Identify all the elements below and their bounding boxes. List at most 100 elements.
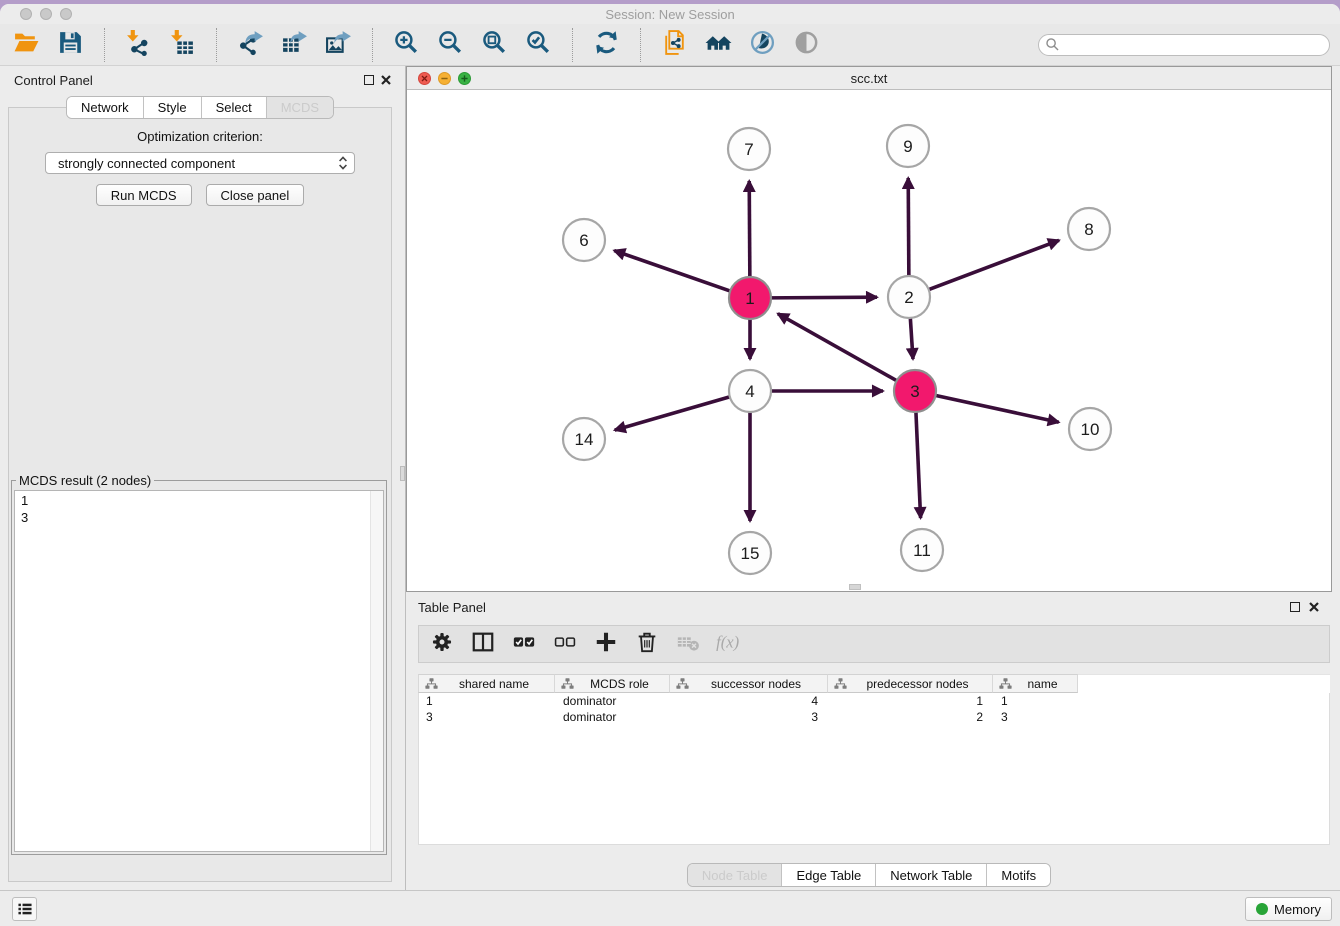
node-7[interactable]: 7 xyxy=(728,128,770,170)
edge-1-7[interactable] xyxy=(749,181,750,279)
tab-style[interactable]: Style xyxy=(144,97,202,118)
export-image-button[interactable] xyxy=(324,30,353,60)
delete-column-button[interactable] xyxy=(634,631,660,657)
cell-shared-name[interactable]: 3 xyxy=(419,709,556,725)
node-10[interactable]: 10 xyxy=(1069,408,1111,450)
edge-1-2[interactable] xyxy=(769,297,877,298)
node-label: 3 xyxy=(910,382,919,401)
float-table-panel-icon[interactable] xyxy=(1290,602,1300,612)
column-header-successor-nodes[interactable]: successor nodes xyxy=(670,674,828,693)
stepper-icon xyxy=(338,155,348,171)
edge-2-9[interactable] xyxy=(908,178,909,278)
node-label: 9 xyxy=(903,137,912,156)
trash-icon xyxy=(635,630,659,659)
run-mcds-button[interactable]: Run MCDS xyxy=(96,184,192,206)
new-network-from-selection-button[interactable] xyxy=(660,30,689,60)
cell-predecessor-nodes[interactable]: 1 xyxy=(829,693,994,709)
export-network-button[interactable] xyxy=(236,30,265,60)
first-neighbors-button[interactable] xyxy=(704,30,733,60)
import-network-button[interactable] xyxy=(124,30,153,60)
splitter-grip[interactable] xyxy=(400,466,405,481)
edge-2-3[interactable] xyxy=(910,316,913,359)
node-11[interactable]: 11 xyxy=(901,529,943,571)
toolbar-separator xyxy=(104,28,105,62)
cell-shared-name[interactable]: 1 xyxy=(419,693,556,709)
cell-MCDS-role[interactable]: dominator xyxy=(556,709,671,725)
node-2[interactable]: 2 xyxy=(888,276,930,318)
zoom-selected-button[interactable] xyxy=(524,30,553,60)
node-14[interactable]: 14 xyxy=(563,418,605,460)
table-settings-button[interactable] xyxy=(429,631,455,657)
tab-mcds[interactable]: MCDS xyxy=(267,97,333,118)
node-1[interactable]: 1 xyxy=(729,277,771,319)
tab-select[interactable]: Select xyxy=(202,97,267,118)
result-scrollbar[interactable] xyxy=(370,491,383,851)
search-box[interactable] xyxy=(1038,34,1330,56)
cell-MCDS-role[interactable]: dominator xyxy=(556,693,671,709)
save-session-button[interactable] xyxy=(56,30,85,60)
table-tab-edge-table[interactable]: Edge Table xyxy=(782,864,876,886)
export-network-icon xyxy=(237,29,264,61)
cell-predecessor-nodes[interactable]: 2 xyxy=(829,709,994,725)
gear-icon xyxy=(430,630,454,659)
paint-off-icon xyxy=(749,29,776,61)
float-panel-icon[interactable] xyxy=(364,75,374,85)
edge-2-8[interactable] xyxy=(927,240,1059,290)
add-column-button[interactable] xyxy=(593,631,619,657)
edge-4-14[interactable] xyxy=(615,396,732,430)
cell-successor-nodes[interactable]: 4 xyxy=(671,693,829,709)
tab-network[interactable]: Network xyxy=(67,97,144,118)
column-header-MCDS-role[interactable]: MCDS role xyxy=(555,674,670,693)
node-3[interactable]: 3 xyxy=(894,370,936,412)
edge-3-10[interactable] xyxy=(934,395,1059,422)
canvas-resize-grip[interactable] xyxy=(849,584,861,590)
edge-1-6[interactable] xyxy=(614,251,732,292)
zoom-out-button[interactable] xyxy=(436,30,465,60)
cell-name[interactable]: 1 xyxy=(994,693,1079,709)
close-panel-icon[interactable] xyxy=(380,74,392,86)
mcds-result-area[interactable]: 1 3 xyxy=(14,490,384,852)
table-row[interactable]: 1dominator411 xyxy=(419,693,1329,709)
hide-style-button[interactable] xyxy=(748,30,777,60)
column-header-shared-name[interactable]: shared name xyxy=(418,674,555,693)
criterion-select[interactable]: strongly connected component xyxy=(45,152,355,174)
table-row[interactable]: 3dominator323 xyxy=(419,709,1329,725)
task-history-button[interactable] xyxy=(12,897,37,921)
table-tab-motifs[interactable]: Motifs xyxy=(987,864,1050,886)
close-panel-button[interactable]: Close panel xyxy=(206,184,305,206)
node-15[interactable]: 15 xyxy=(729,532,771,574)
eye-half-icon xyxy=(793,29,820,61)
apply-layout-button[interactable] xyxy=(592,30,621,60)
network-canvas[interactable]: 6 7 9 8 1 2 4 3 14 10 15 11 xyxy=(407,90,1331,591)
select-all-button[interactable] xyxy=(511,631,537,657)
criterion-value: strongly connected component xyxy=(58,156,338,171)
zoom-in-button[interactable] xyxy=(392,30,421,60)
import-table-button[interactable] xyxy=(168,30,197,60)
status-bar: Memory xyxy=(0,890,1340,926)
table-tab-network-table[interactable]: Network Table xyxy=(876,864,987,886)
cell-successor-nodes[interactable]: 3 xyxy=(671,709,829,725)
node-4[interactable]: 4 xyxy=(729,370,771,412)
window-titlebar: Session: New Session xyxy=(0,4,1340,24)
open-session-button[interactable] xyxy=(12,30,41,60)
node-8[interactable]: 8 xyxy=(1068,208,1110,250)
node-6[interactable]: 6 xyxy=(563,219,605,261)
split-columns-icon xyxy=(471,630,495,659)
cell-name[interactable]: 3 xyxy=(994,709,1079,725)
network-window-titlebar: scc.txt xyxy=(407,67,1331,90)
level-of-detail-button[interactable] xyxy=(792,30,821,60)
node-9[interactable]: 9 xyxy=(887,125,929,167)
edge-3-1[interactable] xyxy=(778,314,899,382)
column-header-predecessor-nodes[interactable]: predecessor nodes xyxy=(828,674,993,693)
close-table-panel-icon[interactable] xyxy=(1308,601,1320,613)
deselect-all-button[interactable] xyxy=(552,631,578,657)
export-image-icon xyxy=(325,29,352,61)
export-table-button[interactable] xyxy=(280,30,309,60)
memory-button[interactable]: Memory xyxy=(1245,897,1332,921)
zoom-fit-button[interactable] xyxy=(480,30,509,60)
column-header-name[interactable]: name xyxy=(993,674,1078,693)
toggle-panes-button[interactable] xyxy=(470,631,496,657)
table-tab-node-table[interactable]: Node Table xyxy=(688,864,783,886)
search-input[interactable] xyxy=(1060,37,1323,52)
edge-3-11[interactable] xyxy=(916,410,921,518)
